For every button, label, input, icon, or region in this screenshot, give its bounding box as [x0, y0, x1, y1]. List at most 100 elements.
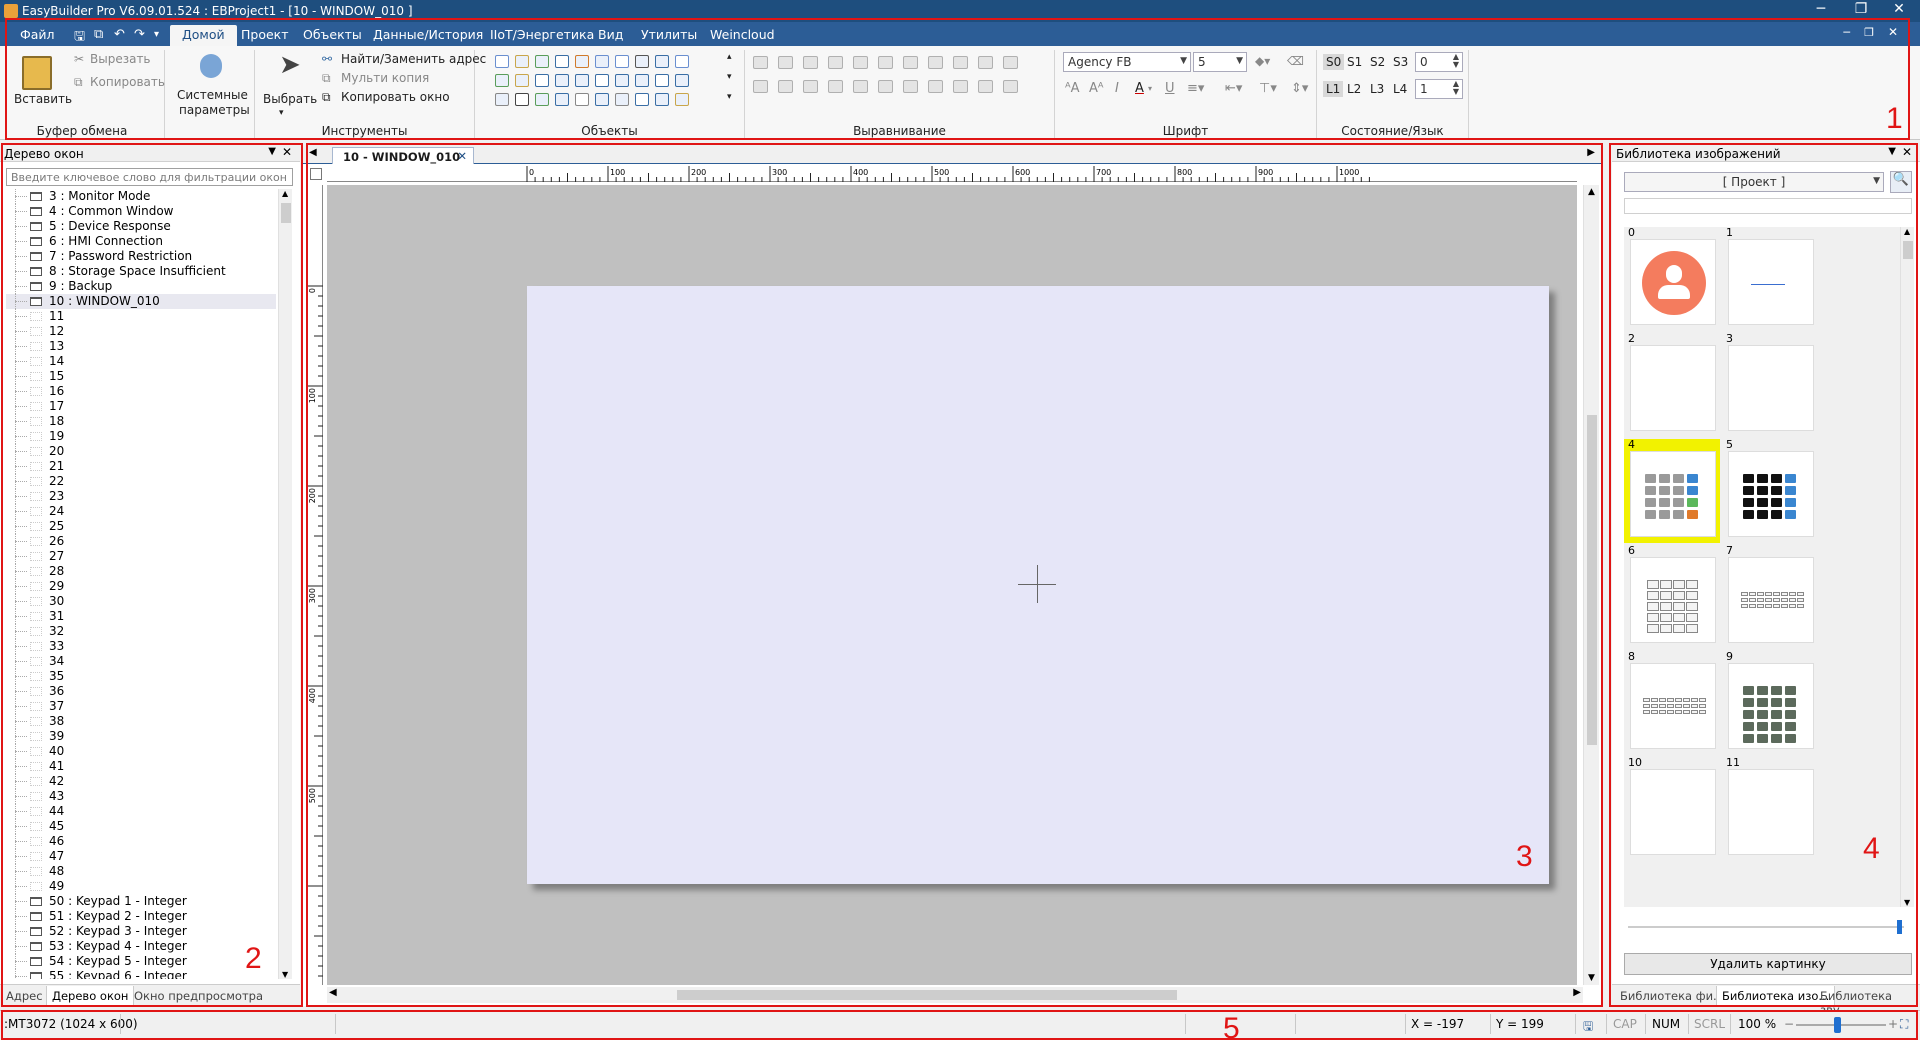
italic-icon[interactable]: I [1115, 81, 1119, 96]
state-s0-button[interactable]: S0 [1323, 54, 1345, 70]
tree-item[interactable]: 39 [6, 729, 276, 744]
tree-item[interactable]: 46 [6, 834, 276, 849]
same-width-icon[interactable] [903, 56, 918, 69]
circle-icon[interactable] [575, 74, 589, 87]
image-size-slider[interactable] [1628, 920, 1904, 934]
tree-item[interactable]: 53 : Keypad 4 - Integer [6, 939, 276, 954]
menu-iiot[interactable]: IIoT/Энергетика [490, 27, 594, 42]
state-s1-button[interactable]: S1 [1347, 55, 1362, 69]
menu-weincloud[interactable]: Weincloud [710, 27, 775, 42]
image-cell[interactable]: 3 [1722, 332, 1818, 437]
tab-window-010[interactable]: 10 - WINDOW_010 ✕ [332, 147, 474, 164]
mdi-minimize-icon[interactable]: ─ [1843, 26, 1850, 39]
polyline-icon[interactable] [535, 74, 549, 87]
tree-item[interactable]: 6 : HMI Connection [6, 234, 276, 249]
gallery-down-icon[interactable]: ▾ [727, 72, 732, 82]
state-s3-button[interactable]: S3 [1393, 55, 1408, 69]
gear-icon[interactable] [200, 54, 222, 78]
tree-item[interactable]: 26 [6, 534, 276, 549]
zoom-slider[interactable] [1796, 1017, 1886, 1033]
tab-shape-library[interactable]: Библиотека фи... [1620, 989, 1724, 1003]
select-dropdown-icon[interactable]: ▾ [279, 108, 284, 118]
recipe-icon[interactable] [655, 93, 669, 106]
zoom-slider-handle[interactable] [1834, 1017, 1841, 1033]
text-input-icon[interactable] [515, 74, 529, 87]
tree-item[interactable]: 17 [6, 399, 276, 414]
chevron-down-icon[interactable]: ▾ [1148, 84, 1152, 93]
mdi-restore-icon[interactable]: ❐ [1864, 26, 1874, 39]
date-icon[interactable] [635, 93, 649, 106]
toggle-switch-icon[interactable] [575, 55, 589, 68]
font-size-increase-icon[interactable]: Aᴬ [1089, 81, 1104, 96]
tree-item[interactable]: 28 [6, 564, 276, 579]
image-cell[interactable]: 5 [1722, 438, 1818, 543]
lang-l2-button[interactable]: L2 [1347, 82, 1361, 96]
align-left-icon[interactable] [753, 56, 768, 69]
cursor-icon[interactable]: ➤ [279, 50, 301, 80]
panel-menu-icon[interactable]: ▼ [268, 146, 276, 157]
send-back-icon[interactable] [903, 80, 918, 93]
picture-icon[interactable] [535, 93, 549, 106]
multi-copy-icon[interactable]: ⧉ [322, 71, 331, 86]
scroll-up-icon[interactable]: ▲ [1588, 187, 1595, 197]
tree-item[interactable]: 5 : Device Response [6, 219, 276, 234]
scroll-up-icon[interactable]: ▲ [282, 189, 288, 198]
undo-icon[interactable]: ↶ [114, 27, 125, 42]
tab-image-library[interactable]: Библиотека изо... [1716, 986, 1836, 1007]
mdi-close-icon[interactable]: ✕ [1888, 25, 1898, 39]
tree-item[interactable]: 4 : Common Window [6, 204, 276, 219]
menu-file[interactable]: Файл [20, 27, 55, 42]
system-params-line2[interactable]: параметры [179, 103, 250, 117]
indent-icon[interactable]: ⇤▾ [1225, 81, 1242, 96]
font-size-decrease-icon[interactable]: ᴬA [1065, 81, 1080, 96]
lang-l3-button[interactable]: L3 [1370, 82, 1384, 96]
tree-item[interactable]: 50 : Keypad 1 - Integer [6, 894, 276, 909]
grid-icon[interactable] [978, 56, 993, 69]
editor-vscroll-thumb[interactable] [1587, 415, 1597, 745]
align-bottom-icon[interactable] [878, 56, 893, 69]
tree-item[interactable]: 29 [6, 579, 276, 594]
image-cell[interactable]: 11 [1722, 756, 1818, 861]
tree-item[interactable]: 21 [6, 459, 276, 474]
delete-image-button[interactable]: Удалить картинку [1624, 953, 1912, 975]
copy-window-button[interactable]: Копировать окно [341, 90, 450, 104]
scale-icon[interactable] [615, 93, 629, 106]
frame-icon[interactable] [555, 93, 569, 106]
fit-window-icon[interactable]: ⛶ [1900, 1017, 1908, 1032]
editor-workspace[interactable] [327, 185, 1577, 985]
library-source-select[interactable]: [ Проект ] ▼ [1624, 172, 1884, 192]
tree-item[interactable]: 27 [6, 549, 276, 564]
scroll-thumb[interactable] [281, 203, 291, 223]
cut-button[interactable]: Вырезать [90, 52, 151, 66]
tree-item[interactable]: 35 [6, 669, 276, 684]
tree-item[interactable]: 51 : Keypad 2 - Integer [6, 909, 276, 924]
text-align-icon[interactable]: ≡▾ [1187, 81, 1204, 96]
tree-item[interactable]: 31 [6, 609, 276, 624]
menu-utilities[interactable]: Утилиты [641, 27, 697, 42]
editor-horizontal-scrollbar[interactable]: ◀ ▶ [327, 987, 1583, 1003]
panel-close-icon[interactable]: ✕ [282, 145, 292, 159]
copy-button[interactable]: Копировать [90, 75, 165, 89]
image-cell[interactable]: 2 [1624, 332, 1720, 437]
save-all-icon[interactable]: ⧉ [94, 27, 103, 42]
clear-format-icon[interactable]: ⌫ [1287, 54, 1304, 68]
tab-address[interactable]: Адрес [6, 989, 43, 1003]
arc-icon[interactable] [595, 74, 609, 87]
align-right-icon[interactable] [803, 56, 818, 69]
scroll-right-icon[interactable]: ▶ [1573, 987, 1581, 998]
tree-item[interactable]: 40 [6, 744, 276, 759]
cut-icon[interactable]: ✂ [74, 52, 84, 66]
spinner-icon[interactable] [495, 93, 509, 106]
menu-objects[interactable]: Объекты [303, 27, 362, 42]
lang-l1-button[interactable]: L1 [1323, 81, 1344, 97]
line-object-icon[interactable] [655, 55, 669, 68]
tab-close-icon[interactable]: ✕ [457, 149, 467, 163]
text-icon[interactable] [515, 93, 529, 106]
button-icon[interactable] [635, 55, 649, 68]
tree-item[interactable]: 13 [6, 339, 276, 354]
tree-item[interactable]: 42 [6, 774, 276, 789]
lock-icon[interactable] [928, 80, 943, 93]
tree-scrollbar[interactable]: ▲ ▼ [278, 189, 292, 979]
window-canvas[interactable] [527, 286, 1549, 884]
image-cell[interactable]: 4 [1624, 438, 1720, 543]
